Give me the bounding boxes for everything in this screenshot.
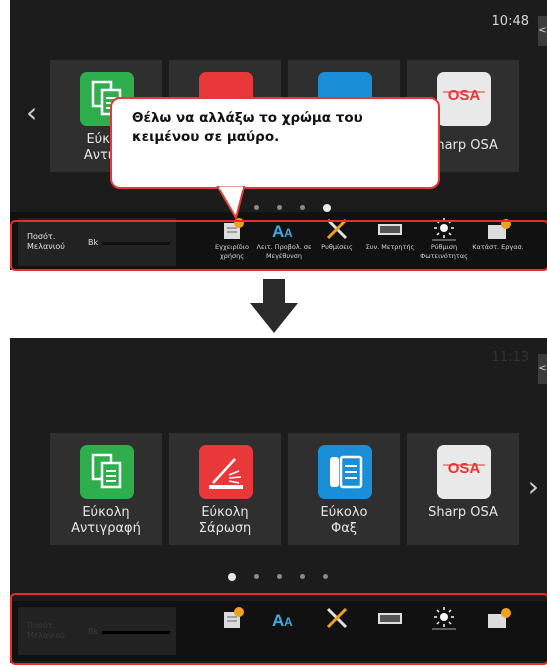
down-arrow-icon bbox=[250, 279, 298, 333]
tile-label: Εύκολο Φαξ bbox=[320, 505, 368, 536]
svg-text:OSA: OSA bbox=[448, 460, 481, 477]
side-panel-tab[interactable]: < bbox=[538, 354, 547, 384]
page-dot[interactable] bbox=[277, 574, 282, 579]
osa-icon: OSA bbox=[437, 445, 491, 499]
sharp-osa-tile[interactable]: OSA Sharp OSA bbox=[407, 433, 519, 545]
page-dot[interactable] bbox=[254, 205, 259, 210]
page-dot[interactable] bbox=[277, 205, 282, 210]
page-indicator bbox=[228, 572, 328, 581]
side-panel-tab[interactable]: < bbox=[538, 16, 547, 46]
easy-copy-tile[interactable]: Εύκολη Αντιγραφή bbox=[50, 433, 162, 545]
scan-icon bbox=[199, 445, 253, 499]
page-dot[interactable] bbox=[300, 205, 305, 210]
page-indicator bbox=[254, 203, 331, 212]
clock: 11:13 bbox=[491, 350, 529, 365]
copy-icon bbox=[80, 445, 134, 499]
next-page-arrow[interactable]: › bbox=[528, 470, 539, 503]
page-dot[interactable] bbox=[254, 574, 259, 579]
page-dot[interactable] bbox=[300, 574, 305, 579]
tile-label: Εύκολη Σάρωση bbox=[198, 505, 252, 536]
highlight-frame-system-bar bbox=[10, 220, 547, 271]
clock: 10:48 bbox=[491, 14, 529, 29]
osa-icon: OSA bbox=[437, 72, 491, 126]
svg-text:OSA: OSA bbox=[448, 87, 481, 104]
callout-text: Θέλω να αλλάξω το χρώμα του κειμένου σε … bbox=[132, 110, 363, 145]
page-dot-active[interactable] bbox=[228, 572, 236, 581]
easy-fax-tile[interactable]: Εύκολο Φαξ bbox=[288, 433, 400, 545]
prev-page-arrow[interactable]: ‹ bbox=[26, 96, 37, 129]
highlight-frame-system-bar bbox=[10, 593, 547, 665]
fax-icon bbox=[318, 445, 372, 499]
callout-bubble: Θέλω να αλλάξω το χρώμα του κειμένου σε … bbox=[110, 97, 440, 189]
page-dot-active[interactable] bbox=[323, 203, 331, 212]
easy-scan-tile[interactable]: Εύκολη Σάρωση bbox=[169, 433, 281, 545]
callout-tail bbox=[216, 186, 246, 220]
page-dot[interactable] bbox=[323, 574, 328, 579]
tile-label: Sharp OSA bbox=[428, 505, 498, 520]
tile-label: Εύκολη Αντιγραφή bbox=[71, 505, 141, 536]
